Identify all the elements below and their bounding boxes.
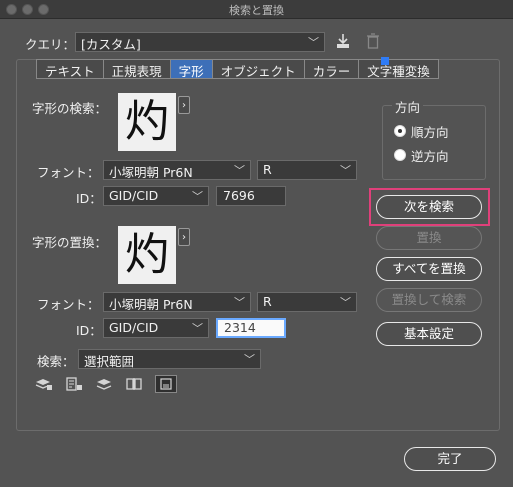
backward-label: 逆方向 <box>411 149 449 164</box>
replace-all-button[interactable]: すべてを置換 <box>376 257 482 281</box>
find-font-label: フォント： <box>37 165 100 180</box>
replace-find-button[interactable]: 置換して検索 <box>376 288 482 312</box>
replace-style-dropdown[interactable]: R ﹀ <box>257 292 357 312</box>
chevron-down-icon: ﹀ <box>244 353 255 366</box>
replace-font-dropdown[interactable]: 小塚明朝 Pr6N ﹀ <box>103 292 251 312</box>
replace-glyph-preview: 灼 <box>118 226 176 284</box>
tab-bar: テキスト 正規表現 字形 オブジェクト カラー 文字種変換 <box>36 59 439 79</box>
find-glyph-label: 字形の検索： <box>32 101 108 116</box>
chevron-down-icon: ﹀ <box>234 296 245 309</box>
find-id-field[interactable]: 7696 <box>216 186 286 206</box>
trash-icon[interactable] <box>364 32 382 50</box>
done-button[interactable]: 完了 <box>404 447 496 471</box>
find-next-button[interactable]: 次を検索 <box>376 195 482 219</box>
query-value: [カスタム] <box>81 37 141 52</box>
forward-radio[interactable] <box>394 125 406 137</box>
replace-font-label: フォント： <box>37 297 100 312</box>
find-style-value: R <box>263 162 272 177</box>
basic-settings-button[interactable]: 基本設定 <box>376 322 482 346</box>
chevron-down-icon: ﹀ <box>340 164 351 177</box>
tab-indicator <box>381 57 389 65</box>
find-id-label: ID： <box>76 191 102 206</box>
backward-radio[interactable] <box>394 149 406 161</box>
tab-glyph[interactable]: 字形 <box>170 60 213 79</box>
search-scope-value: 選択範囲 <box>84 354 135 369</box>
locked-stories-icon[interactable] <box>63 375 85 393</box>
find-id-type-value: GID/CID <box>109 188 159 203</box>
chevron-down-icon: ﹀ <box>340 296 351 309</box>
replace-glyph-label: 字形の置換： <box>32 235 108 250</box>
replace-button[interactable]: 置換 <box>376 226 482 250</box>
save-query-icon[interactable] <box>334 32 352 50</box>
find-font-value: 小塚明朝 Pr6N <box>109 165 193 180</box>
replace-id-field[interactable]: 2314 <box>216 318 286 338</box>
find-id-type-dropdown[interactable]: GID/CID ﹀ <box>103 186 209 206</box>
chevron-down-icon: ﹀ <box>308 36 319 49</box>
forward-label: 順方向 <box>411 125 449 140</box>
query-dropdown[interactable]: [カスタム] ﹀ <box>75 32 325 52</box>
master-pages-icon[interactable] <box>123 375 145 393</box>
direction-group <box>382 105 486 180</box>
locked-layers-icon[interactable] <box>33 375 55 393</box>
search-scope-label: 検索： <box>37 354 75 369</box>
hidden-layers-icon[interactable] <box>93 375 115 393</box>
window-title: 検索と置換 <box>229 4 284 17</box>
find-glyph-picker-button[interactable]: › <box>178 96 190 114</box>
chevron-down-icon: ﹀ <box>192 322 203 335</box>
tab-text[interactable]: テキスト <box>37 60 104 79</box>
tab-grep[interactable]: 正規表現 <box>104 60 171 79</box>
replace-id-type-value: GID/CID <box>109 320 159 335</box>
tab-color[interactable]: カラー <box>305 60 360 79</box>
replace-style-value: R <box>263 294 272 309</box>
chevron-down-icon: ﹀ <box>192 190 203 203</box>
find-font-dropdown[interactable]: 小塚明朝 Pr6N ﹀ <box>103 160 251 180</box>
find-glyph-preview: 灼 <box>118 93 176 151</box>
tab-transliterate[interactable]: 文字種変換 <box>359 60 438 79</box>
query-label: クエリ： <box>25 37 76 52</box>
replace-id-label: ID： <box>76 323 102 338</box>
search-scope-dropdown[interactable]: 選択範囲 ﹀ <box>78 349 261 369</box>
replace-glyph-picker-button[interactable]: › <box>178 228 190 246</box>
find-style-dropdown[interactable]: R ﹀ <box>257 160 357 180</box>
footnotes-icon[interactable] <box>155 375 177 393</box>
replace-font-value: 小塚明朝 Pr6N <box>109 297 193 312</box>
chevron-down-icon: ﹀ <box>234 164 245 177</box>
direction-label: 方向 <box>392 97 424 116</box>
tab-object[interactable]: オブジェクト <box>213 60 305 79</box>
replace-id-type-dropdown[interactable]: GID/CID ﹀ <box>103 318 209 338</box>
